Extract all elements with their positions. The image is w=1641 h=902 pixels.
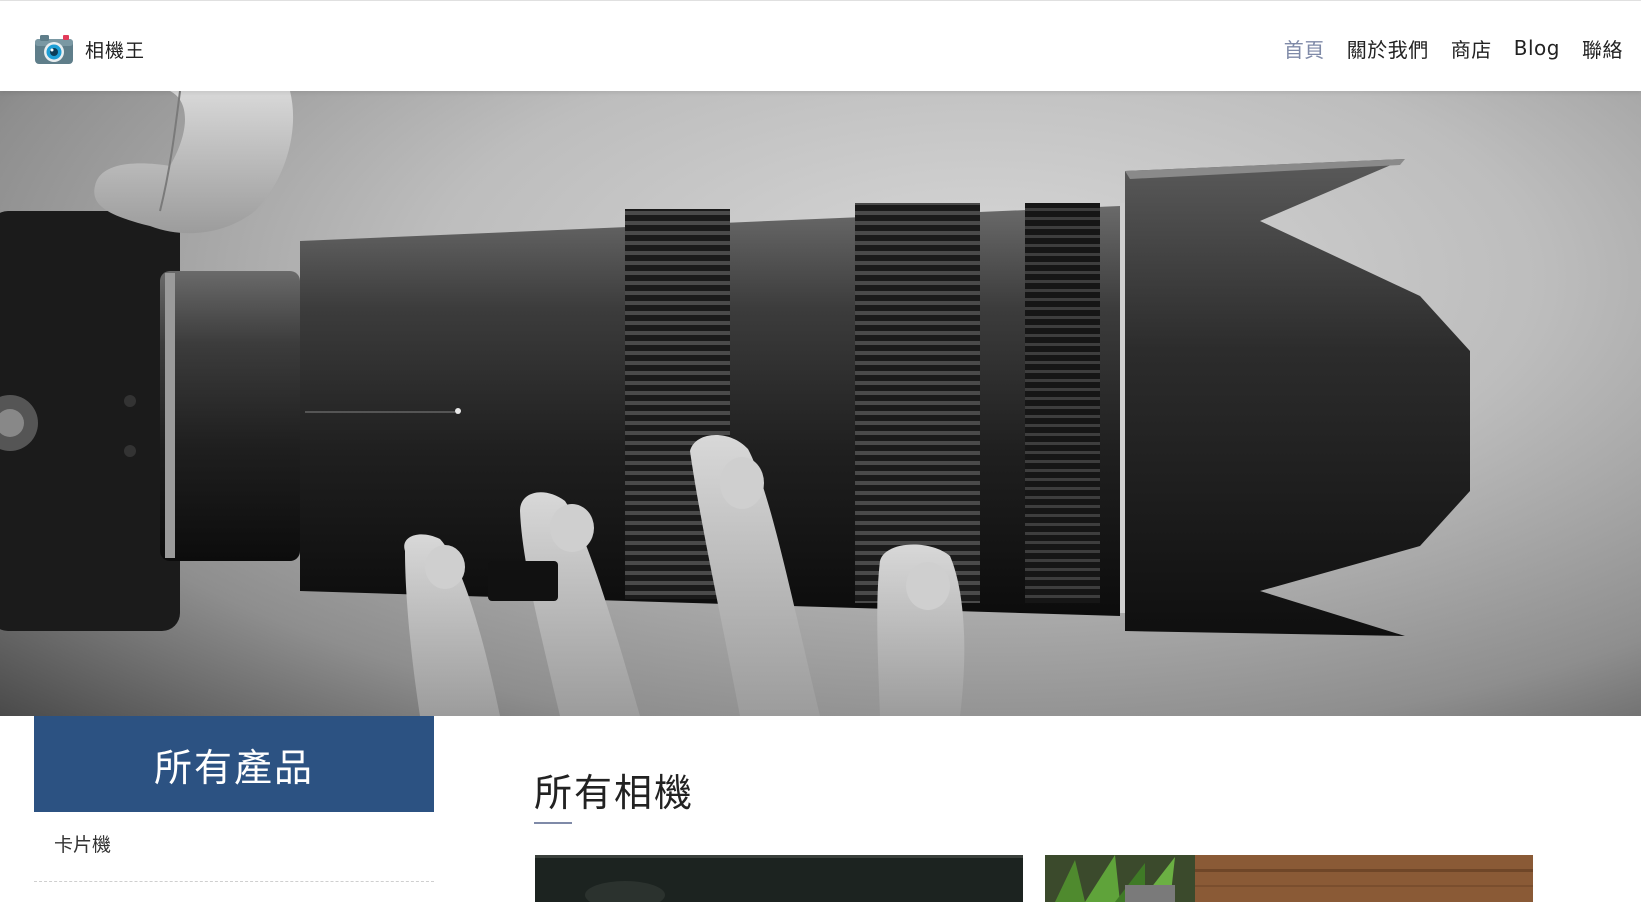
title-underline [534, 822, 572, 824]
product-card-1[interactable] [535, 855, 1023, 902]
product-card-2[interactable] [1045, 855, 1533, 902]
brand-link[interactable]: 相機王 [33, 31, 145, 67]
camera-product-image [535, 855, 1023, 902]
brand-name: 相機王 [85, 39, 146, 62]
nav-home[interactable]: 首頁 [1284, 34, 1325, 63]
page-title: 所有相機 [534, 771, 695, 815]
sidebar-item-compact-camera[interactable]: 卡片機 [34, 812, 434, 882]
nav-about[interactable]: 關於我們 [1347, 34, 1429, 63]
plant-wood-image [1045, 855, 1533, 902]
sidebar: 所有產品 卡片機 [34, 716, 434, 902]
site-header: 相機王 首頁 關於我們 商店 Blog 聯絡 [0, 1, 1641, 91]
nav-shop[interactable]: 商店 [1451, 34, 1492, 63]
camera-icon [35, 35, 73, 64]
sidebar-title: 所有產品 [34, 716, 434, 812]
camera-lens-image [0, 91, 1470, 716]
main-nav: 首頁 關於我們 商店 Blog 聯絡 [1284, 31, 1623, 65]
nav-contact[interactable]: 聯絡 [1582, 34, 1623, 63]
hero-banner [0, 91, 1641, 716]
nav-blog[interactable]: Blog [1514, 36, 1560, 60]
